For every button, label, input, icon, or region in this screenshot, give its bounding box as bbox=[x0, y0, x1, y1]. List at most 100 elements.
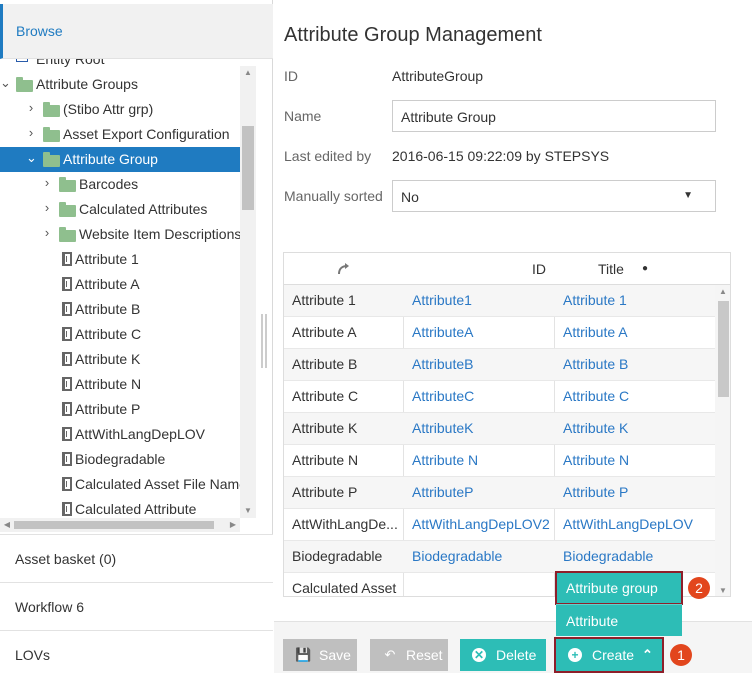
folder-icon bbox=[43, 127, 60, 142]
cell-id-link[interactable]: Biodegradable bbox=[404, 541, 555, 572]
step-badge-1: 1 bbox=[670, 644, 692, 666]
save-button[interactable]: 💾 Save bbox=[283, 639, 357, 671]
tree-item[interactable]: AttWithLangDepLOV bbox=[0, 422, 240, 447]
scroll-up-arrow-icon[interactable]: ▲ bbox=[240, 66, 256, 80]
delete-button[interactable]: ✕ Delete bbox=[460, 639, 546, 671]
table-row[interactable]: Attribute A AttributeA Attribute A bbox=[284, 317, 730, 349]
name-field[interactable]: Attribute Group bbox=[392, 100, 716, 132]
table-row[interactable]: Attribute B AttributeB Attribute B bbox=[284, 349, 730, 381]
cell-id-link[interactable]: AttWithLangDepLOV2 bbox=[404, 509, 555, 540]
cell-title-link[interactable]: AttWithLangDepLOV bbox=[555, 509, 715, 540]
collapse-arrow-icon[interactable]: ⌄ bbox=[26, 151, 37, 165]
table-row[interactable]: Biodegradable Biodegradable Biodegradable bbox=[284, 541, 730, 573]
column-header-link[interactable] bbox=[336, 253, 356, 285]
scrollbar-thumb[interactable] bbox=[14, 521, 214, 529]
tree-item[interactable]: Attribute P bbox=[0, 397, 240, 422]
cell-title-link[interactable]: Attribute P bbox=[555, 477, 715, 508]
cell-title-link[interactable]: Attribute A bbox=[555, 317, 715, 348]
cell-title-link[interactable]: Attribute N bbox=[555, 445, 715, 476]
expand-arrow-icon[interactable]: › bbox=[42, 201, 52, 215]
reset-button[interactable]: ↶ Reset bbox=[370, 639, 448, 671]
manually-sorted-select[interactable]: No ▼ bbox=[392, 180, 716, 212]
attribute-icon bbox=[62, 502, 72, 516]
expand-arrow-icon[interactable]: › bbox=[42, 176, 52, 190]
sort-indicator-icon[interactable]: ● bbox=[642, 253, 648, 285]
attribute-icon bbox=[62, 402, 72, 416]
cell-title-link[interactable]: Attribute 1 bbox=[555, 285, 715, 316]
menu-item-attribute-group[interactable]: Attribute group bbox=[555, 571, 683, 605]
tree-item[interactable]: › Website Item Descriptions bbox=[0, 222, 242, 247]
scroll-down-arrow-icon[interactable]: ▼ bbox=[240, 504, 256, 518]
lovs-section[interactable]: LOVs bbox=[0, 630, 273, 673]
cell-id-link[interactable]: AttributeP bbox=[404, 477, 555, 508]
scroll-right-arrow-icon[interactable]: ▶ bbox=[226, 518, 240, 532]
attribute-icon bbox=[62, 352, 72, 366]
cell-title-link[interactable]: Attribute C bbox=[555, 381, 715, 412]
tree-item[interactable]: Attribute C bbox=[0, 322, 240, 347]
menu-item-attribute[interactable]: Attribute bbox=[556, 604, 682, 636]
expand-arrow-icon[interactable]: › bbox=[26, 126, 36, 140]
cell-id-link[interactable] bbox=[404, 573, 555, 596]
scrollbar-thumb[interactable] bbox=[718, 301, 729, 397]
workflow-section[interactable]: Workflow 6 bbox=[0, 582, 273, 630]
tree-item[interactable]: Attribute K bbox=[0, 347, 240, 372]
scroll-down-arrow-icon[interactable]: ▼ bbox=[715, 584, 730, 596]
scroll-left-arrow-icon[interactable]: ◀ bbox=[0, 518, 14, 532]
scrollbar-thumb[interactable] bbox=[242, 126, 254, 210]
table-row[interactable]: Attribute C AttributeC Attribute C bbox=[284, 381, 730, 413]
create-button[interactable]: + Create ⌃ bbox=[554, 637, 664, 673]
cell-id-link[interactable]: AttributeB bbox=[404, 349, 555, 380]
cell-id-link[interactable]: AttributeA bbox=[404, 317, 555, 348]
last-edited-label: Last edited by bbox=[284, 148, 372, 164]
name-field-value: Attribute Group bbox=[401, 109, 496, 125]
id-label: ID bbox=[284, 68, 298, 84]
tree-item[interactable]: Attribute 1 bbox=[0, 247, 240, 272]
cell-id-link[interactable]: Attribute1 bbox=[404, 285, 555, 316]
table-row[interactable]: Attribute K AttributeK Attribute K bbox=[284, 413, 730, 445]
attributes-table: ID Title ● Attribute 1 Attribute1 Attribut… bbox=[283, 252, 731, 597]
tree-vertical-scrollbar[interactable]: ▲ ▼ bbox=[240, 66, 256, 518]
cell-title-link[interactable]: Attribute K bbox=[555, 413, 715, 444]
tree-item[interactable]: Attribute A bbox=[0, 272, 240, 297]
table-row[interactable]: AttWithLangDe... AttWithLangDepLOV2 AttWit… bbox=[284, 509, 730, 541]
tree-item[interactable]: Entity Root bbox=[0, 59, 240, 72]
tree-horizontal-scrollbar[interactable]: ◀ ▶ bbox=[0, 518, 240, 532]
cell-id-link[interactable]: AttributeC bbox=[404, 381, 555, 412]
table-row[interactable]: Attribute P AttributeP Attribute P bbox=[284, 477, 730, 509]
cell-title-link[interactable]: Attribute B bbox=[555, 349, 715, 380]
cell-name: Attribute 1 bbox=[284, 285, 404, 316]
table-row[interactable]: Attribute 1 Attribute1 Attribute 1 bbox=[284, 285, 730, 317]
tree-item[interactable]: ⌄ Attribute Group bbox=[0, 147, 240, 172]
asset-basket-section[interactable]: Asset basket (0) bbox=[0, 534, 273, 582]
scroll-up-arrow-icon[interactable]: ▲ bbox=[715, 285, 730, 299]
folder-icon bbox=[43, 102, 60, 117]
column-header-title[interactable]: Title bbox=[598, 253, 624, 285]
tree-item-label: Attribute 1 bbox=[75, 251, 139, 267]
cell-title-link[interactable]: Biodegradable bbox=[555, 541, 715, 572]
expand-arrow-icon[interactable]: › bbox=[42, 226, 52, 240]
tree-item[interactable]: Calculated Asset File Name bbox=[0, 472, 247, 497]
table-vertical-scrollbar[interactable]: ▲ ▼ bbox=[715, 285, 730, 596]
table-row[interactable]: Attribute N Attribute N Attribute N bbox=[284, 445, 730, 477]
cell-name: Attribute K bbox=[284, 413, 404, 444]
cell-id-link[interactable]: AttributeK bbox=[404, 413, 555, 444]
tree-item[interactable]: Attribute N bbox=[0, 372, 240, 397]
expand-arrow-icon[interactable]: › bbox=[26, 101, 36, 115]
attribute-icon bbox=[62, 452, 72, 466]
tree-item[interactable]: › Calculated Attributes bbox=[0, 197, 240, 222]
collapse-arrow-icon[interactable]: ⌄ bbox=[0, 76, 11, 90]
tree-item-label: AttWithLangDepLOV bbox=[75, 426, 205, 442]
cell-name: Attribute P bbox=[284, 477, 404, 508]
cell-id-link[interactable]: Attribute N bbox=[404, 445, 555, 476]
tree-item-label: Website Item Descriptions bbox=[79, 226, 242, 242]
tree-item[interactable]: Calculated Attribute bbox=[0, 497, 240, 518]
tree-item[interactable]: ⌄ Attribute Groups bbox=[0, 72, 240, 97]
tree-item[interactable]: › Asset Export Configuration bbox=[0, 122, 240, 147]
panel-splitter-handle[interactable] bbox=[261, 314, 267, 368]
browse-section-header[interactable]: Browse bbox=[0, 4, 273, 59]
tree-item[interactable]: Biodegradable bbox=[0, 447, 240, 472]
tree-item[interactable]: › Barcodes bbox=[0, 172, 240, 197]
tree-item[interactable]: › (Stibo Attr grp) bbox=[0, 97, 240, 122]
column-header-id[interactable]: ID bbox=[532, 253, 546, 285]
tree-item[interactable]: Attribute B bbox=[0, 297, 240, 322]
